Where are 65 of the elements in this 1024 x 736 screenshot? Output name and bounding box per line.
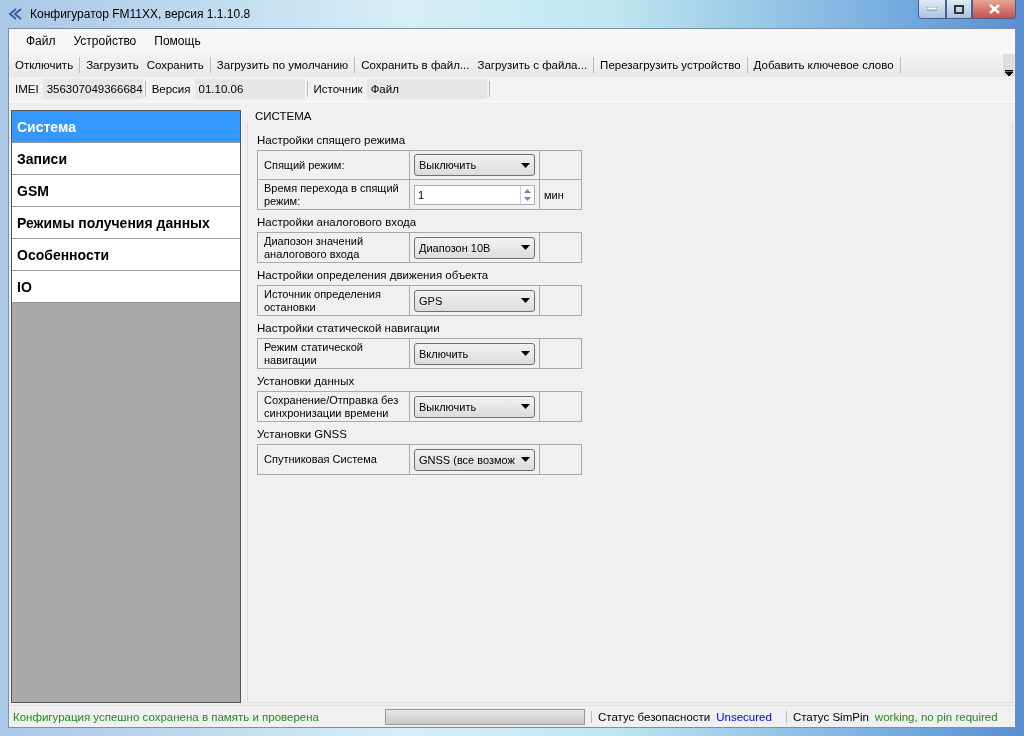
window-title: Конфигуратор FM11XX, версия 1.1.10.8 [30, 7, 251, 21]
menu-item[interactable]: Устройство [64, 34, 146, 48]
dropdown-caret-icon [521, 404, 530, 409]
setting-label: Спутниковая Система [263, 453, 377, 466]
section-title: Установки данных [257, 374, 356, 389]
dropdown[interactable]: Диапозон 10В [414, 236, 535, 259]
toolbar-overflow-button[interactable] [1003, 54, 1015, 76]
close-icon [988, 4, 1000, 14]
minimize-icon [927, 7, 937, 11]
info-value: 356307049366684 [42, 79, 143, 99]
section-title: Настройки спящего режима [257, 133, 407, 148]
sidebar-item[interactable]: Записи [12, 143, 240, 175]
dropdown-caret-icon [521, 245, 530, 250]
sidebar-item[interactable]: Режимы получения данных [12, 207, 240, 239]
status-label: Статус безопасности [591, 710, 711, 723]
toolbar-button[interactable]: Загрузить по умолчанию [212, 55, 353, 75]
info-label: Версия [150, 83, 192, 95]
status-label: Статус SimPin [785, 710, 869, 723]
setting-label: Источник определения остановки [263, 287, 382, 314]
setting-label: Время перехода в спящий режим: [263, 181, 400, 208]
sidebar-item[interactable]: IO [12, 271, 240, 303]
section-title: Установки GNSS [257, 427, 348, 442]
unit-label: мин [544, 188, 564, 201]
section-title: Настройки определения движения объекта [257, 268, 490, 283]
dropdown-caret-icon [521, 298, 530, 303]
setting-label: Режим статической навигации [263, 340, 364, 367]
setting-label: Диапозон значений аналогового входа [263, 234, 365, 261]
toolbar-button[interactable]: Отключить [11, 55, 78, 75]
overflow-caret-icon [1005, 70, 1013, 76]
status-message: Конфигурация успешно сохранена в память и проверена [13, 710, 320, 723]
status-value: Unsecured [716, 710, 772, 723]
dropdown[interactable]: GPS [414, 289, 535, 312]
dropdown-caret-icon [521, 351, 530, 356]
dropdown-caret-icon [521, 162, 530, 168]
close-button[interactable] [972, 0, 1016, 19]
section-title: Настройки статической навигации [257, 321, 441, 336]
section-title: Настройки аналогового входа [257, 215, 418, 230]
toolbar-button[interactable]: Сохранить [142, 55, 208, 75]
toolbar-button[interactable]: Загрузить [82, 55, 143, 75]
status-value: working, no pin required [874, 710, 998, 723]
setting-label: Спящий режим: [263, 158, 345, 172]
info-value: 01.10.06 [194, 79, 305, 99]
toolbar-button[interactable]: Перезагрузить устройство [596, 55, 745, 75]
app-icon [8, 8, 24, 20]
info-label: IMEI [14, 83, 40, 95]
toolbar-button[interactable]: Добавить ключевое слово [749, 55, 898, 75]
dropdown-caret-icon [521, 457, 530, 462]
dropdown[interactable]: GNSS (все возмож [414, 448, 535, 471]
menu-item[interactable]: Помощь [145, 34, 210, 48]
sidebar-item[interactable]: GSM [12, 175, 240, 207]
dropdown[interactable]: Включить [414, 342, 535, 365]
maximize-icon [954, 4, 964, 14]
sidebar-item[interactable]: Особенности [12, 239, 240, 271]
toolbar-button[interactable]: Сохранить в файл... [357, 55, 474, 75]
dropdown[interactable]: Выключить [414, 395, 535, 418]
info-label: Источник [312, 83, 364, 95]
toolbar-button[interactable]: Загрузить с файла... [473, 55, 592, 75]
menu-item[interactable]: Файл [17, 34, 65, 48]
minimize-button[interactable] [918, 0, 946, 19]
info-value: Файл [366, 79, 487, 99]
setting-label: Сохранение/Отправка без синхронизации времени [263, 393, 400, 420]
group-title: СИСТЕМА [255, 110, 313, 122]
number-field[interactable]: 1 [414, 184, 535, 205]
dropdown[interactable]: Выключить [414, 154, 535, 176]
maximize-button[interactable] [946, 0, 972, 19]
